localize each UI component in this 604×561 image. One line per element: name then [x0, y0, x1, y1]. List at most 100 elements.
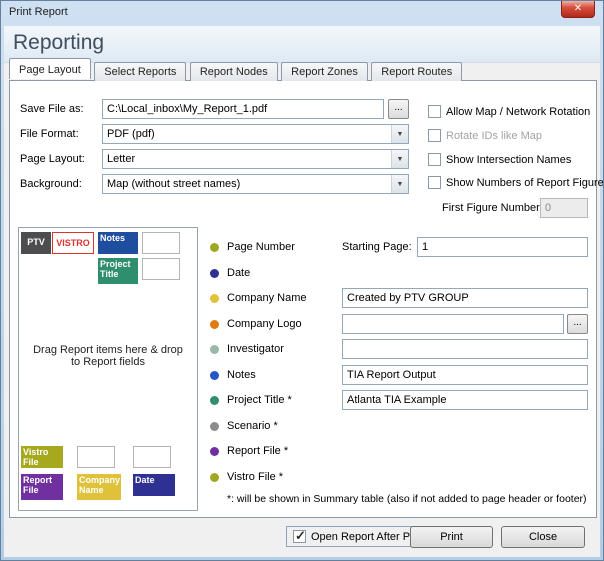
drag-item-vistro[interactable]: VISTRO: [52, 232, 94, 254]
bullet-icon: [210, 320, 219, 329]
footer-slot-empty[interactable]: [77, 446, 115, 468]
bullet-icon: [210, 447, 219, 456]
file-format-label: File Format:: [20, 128, 79, 140]
page-layout-tab-panel: Save File as: ... File Format: PDF (pdf)…: [9, 80, 597, 518]
field-label: Scenario *: [227, 420, 342, 432]
report-figures-label: Show Numbers of Report Figures: [446, 177, 604, 189]
file-format-select[interactable]: PDF (pdf) ▼: [102, 124, 409, 144]
print-report-dialog: Print Report ✕ Reporting Page Layout Sel…: [0, 0, 604, 561]
field-row-company-logo: Company Logo ...: [210, 313, 588, 335]
drag-item-company-name[interactable]: Company Name: [77, 474, 121, 500]
chevron-down-icon: ▼: [391, 150, 408, 168]
drag-item-vistro-file[interactable]: Vistro File: [21, 446, 63, 468]
page-layout-select[interactable]: Letter ▼: [102, 149, 409, 169]
field-row-project-title: Project Title *: [210, 389, 588, 411]
first-figure-input: [540, 198, 588, 218]
starting-page-label: Starting Page:: [342, 241, 417, 253]
page-layout-value: Letter: [103, 153, 391, 165]
close-button[interactable]: Close: [501, 526, 585, 548]
company-logo-browse-button[interactable]: ...: [567, 314, 588, 334]
page-preview-panel: PTV VISTRO Notes Project Title Drag Repo…: [18, 227, 198, 511]
background-label: Background:: [20, 178, 82, 190]
project-title-input[interactable]: [342, 390, 588, 410]
tab-report-nodes[interactable]: Report Nodes: [190, 62, 278, 81]
first-figure-label: First Figure Number:: [442, 202, 543, 214]
dialog-footer: Open Report After Print Print Close: [4, 518, 600, 559]
field-label: Page Number: [227, 241, 342, 253]
drag-item-ptv[interactable]: PTV: [21, 232, 51, 254]
background-value: Map (without street names): [103, 178, 391, 190]
field-row-report-file: Report File *: [210, 440, 588, 462]
drag-item-report-file[interactable]: Report File: [21, 474, 63, 500]
notes-input[interactable]: [342, 365, 588, 385]
print-button[interactable]: Print: [410, 526, 493, 548]
background-select[interactable]: Map (without street names) ▼: [102, 174, 409, 194]
save-file-browse-button[interactable]: ...: [388, 99, 409, 119]
header-slot-empty[interactable]: [142, 258, 180, 280]
tab-select-reports[interactable]: Select Reports: [94, 62, 186, 81]
field-label: Notes: [227, 369, 342, 381]
dialog-content: Reporting Page Layout Select Reports Rep…: [4, 26, 600, 557]
checkbox-icon: [428, 153, 441, 166]
field-label: Date: [227, 267, 342, 279]
field-row-notes: Notes: [210, 364, 588, 386]
field-row-vistro-file: Vistro File *: [210, 466, 588, 488]
checkbox-icon: [428, 129, 441, 142]
tab-report-routes[interactable]: Report Routes: [371, 62, 462, 81]
drag-item-project-title[interactable]: Project Title: [98, 258, 138, 284]
field-label: Investigator: [227, 343, 342, 355]
footer-slot-empty[interactable]: [133, 446, 171, 468]
intersection-names-checkbox[interactable]: Show Intersection Names: [428, 153, 571, 166]
field-label: Vistro File *: [227, 471, 342, 483]
close-icon: ✕: [574, 3, 582, 14]
chevron-down-icon: ▼: [391, 175, 408, 193]
bullet-icon: [210, 396, 219, 405]
bullet-icon: [210, 269, 219, 278]
tab-strip: Page Layout Select Reports Report Nodes …: [9, 60, 461, 81]
field-label: Company Name: [227, 292, 342, 304]
reporting-header: Reporting: [4, 26, 600, 63]
drag-item-date[interactable]: Date: [133, 474, 175, 496]
bullet-icon: [210, 473, 219, 482]
bullet-icon: [210, 371, 219, 380]
allow-rotation-label: Allow Map / Network Rotation: [446, 106, 590, 118]
save-file-input[interactable]: [102, 99, 384, 119]
page-title: Reporting: [13, 31, 104, 55]
field-row-company-name: Company Name: [210, 287, 588, 309]
field-label: Project Title *: [227, 394, 342, 406]
allow-rotation-checkbox[interactable]: Allow Map / Network Rotation: [428, 105, 590, 118]
drag-item-notes[interactable]: Notes: [98, 232, 138, 254]
chevron-down-icon: ▼: [391, 125, 408, 143]
rotate-ids-label: Rotate IDs like Map: [446, 130, 542, 142]
title-bar[interactable]: Print Report ✕: [1, 1, 603, 26]
company-logo-input[interactable]: [342, 314, 564, 334]
summary-footnote: *: will be shown in Summary table (also …: [227, 493, 587, 505]
intersection-names-label: Show Intersection Names: [446, 154, 571, 166]
file-format-value: PDF (pdf): [103, 128, 391, 140]
bullet-icon: [210, 243, 219, 252]
company-name-input[interactable]: [342, 288, 588, 308]
bullet-icon: [210, 294, 219, 303]
bullet-icon: [210, 345, 219, 354]
field-row-page-number: Page Number Starting Page:: [210, 236, 588, 258]
tab-report-zones[interactable]: Report Zones: [281, 62, 368, 81]
field-row-scenario: Scenario *: [210, 415, 588, 437]
report-figures-checkbox[interactable]: Show Numbers of Report Figures: [428, 176, 604, 189]
tab-page-layout[interactable]: Page Layout: [9, 58, 91, 79]
bullet-icon: [210, 422, 219, 431]
checkbox-icon: [428, 176, 441, 189]
page-layout-label: Page Layout:: [20, 153, 85, 165]
field-row-date: Date: [210, 262, 588, 284]
close-window-button[interactable]: ✕: [561, 1, 595, 18]
rotate-ids-checkbox: Rotate IDs like Map: [428, 129, 542, 142]
header-slot-empty[interactable]: [142, 232, 180, 254]
checkbox-icon: [428, 105, 441, 118]
field-row-investigator: Investigator: [210, 338, 588, 360]
field-label: Report File *: [227, 445, 342, 457]
starting-page-input[interactable]: [417, 237, 588, 257]
open-after-print-label: Open Report After Print: [311, 531, 425, 543]
field-label: Company Logo: [227, 318, 342, 330]
drag-hint-text: Drag Report items here & drop to Report …: [27, 344, 189, 368]
investigator-input[interactable]: [342, 339, 588, 359]
checkbox-icon: [293, 530, 306, 543]
